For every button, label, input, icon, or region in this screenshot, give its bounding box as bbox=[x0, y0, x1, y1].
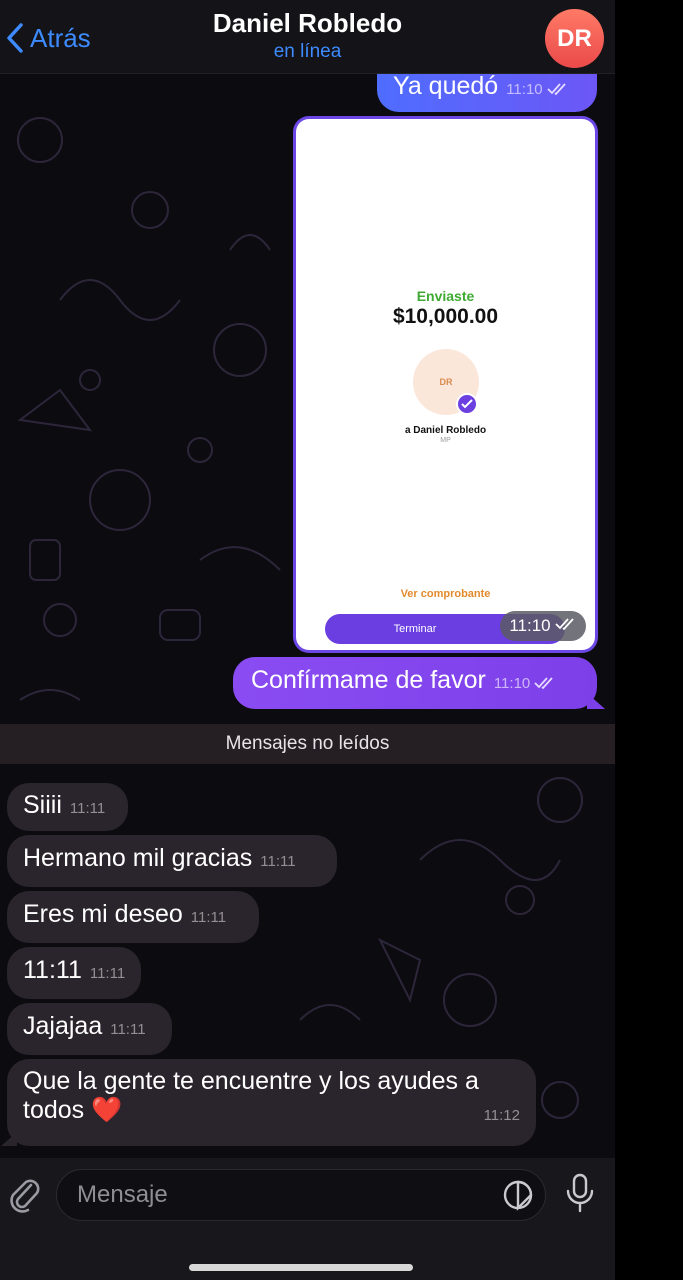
chat-header: Atrás Daniel Robledo en línea DR bbox=[0, 0, 615, 74]
incoming-message[interactable]: Eres mi deseo 11:11 bbox=[7, 891, 259, 943]
message-time: 11:11 bbox=[190, 909, 227, 926]
home-indicator bbox=[189, 1264, 413, 1271]
message-time: 11:10 bbox=[506, 81, 543, 98]
black-margin bbox=[615, 0, 683, 1280]
receipt-screenshot: Enviaste $10,000.00 DR a Daniel Robledo … bbox=[296, 119, 595, 650]
view-receipt-link: Ver comprobante bbox=[400, 588, 491, 600]
message-text: Jajajaa bbox=[23, 1012, 103, 1040]
incoming-message[interactable]: Siiii 11:11 bbox=[7, 783, 128, 831]
contact-info: Daniel Robledo en línea bbox=[0, 8, 615, 63]
receipt-image-message[interactable]: Enviaste $10,000.00 DR a Daniel Robledo … bbox=[293, 116, 598, 653]
message-time: 11:10 bbox=[509, 616, 551, 635]
verified-check-icon bbox=[456, 393, 478, 415]
sticker-icon[interactable] bbox=[501, 1178, 535, 1212]
contact-status: en línea bbox=[273, 41, 342, 62]
message-input-field[interactable] bbox=[56, 1169, 546, 1221]
message-time: 11:11 bbox=[89, 965, 126, 982]
paperclip-icon bbox=[7, 1173, 41, 1218]
message-text: Siiii bbox=[23, 791, 62, 819]
incoming-message[interactable]: 11:11 11:11 bbox=[7, 947, 141, 999]
message-time: 11:11 bbox=[69, 800, 106, 817]
double-check-icon bbox=[534, 668, 556, 697]
double-check-icon bbox=[555, 616, 577, 636]
microphone-icon bbox=[565, 1172, 595, 1219]
sent-label: Enviaste bbox=[416, 288, 475, 304]
message-text-line2: todos ❤️ bbox=[23, 1095, 123, 1124]
chat-screen: Atrás Daniel Robledo en línea DR Ya qued… bbox=[0, 0, 615, 1280]
sent-amount: $10,000.00 bbox=[392, 305, 499, 328]
image-time-badge: 11:10 bbox=[500, 611, 586, 641]
message-time: 11:12 bbox=[483, 1107, 520, 1125]
attach-button[interactable] bbox=[4, 1171, 44, 1219]
incoming-message[interactable]: Hermano mil gracias 11:11 bbox=[7, 835, 337, 887]
unread-divider: Mensajes no leídos bbox=[0, 724, 615, 764]
message-time: 11:11 bbox=[260, 853, 296, 870]
message-time: 11:10 bbox=[493, 675, 531, 692]
message-text: Ya quedó bbox=[393, 72, 499, 100]
message-text: Eres mi deseo bbox=[23, 900, 183, 928]
message-text: 11:11 bbox=[23, 956, 82, 984]
recipient-bank: MP bbox=[440, 437, 451, 444]
incoming-message[interactable]: Jajajaa 11:11 bbox=[7, 1003, 172, 1055]
message-time: 11:11 bbox=[110, 1021, 146, 1038]
outgoing-message[interactable]: Confírmame de favor 11:10 bbox=[233, 657, 605, 709]
message-composer bbox=[0, 1158, 615, 1280]
contact-name[interactable]: Daniel Robledo bbox=[0, 8, 615, 39]
incoming-message[interactable]: Que la gente te encuentre y los ayudes a… bbox=[1, 1059, 536, 1146]
message-text: Confírmame de favor bbox=[251, 666, 486, 694]
voice-message-button[interactable] bbox=[560, 1171, 600, 1219]
recipient-name: a Daniel Robledo bbox=[404, 425, 487, 436]
double-check-icon bbox=[547, 74, 569, 103]
message-text-line1: Que la gente te encuentre y los ayudes a bbox=[23, 1067, 479, 1095]
message-input[interactable] bbox=[77, 1170, 487, 1220]
contact-avatar[interactable]: DR bbox=[545, 9, 604, 68]
message-text: Hermano mil gracias bbox=[23, 844, 253, 872]
